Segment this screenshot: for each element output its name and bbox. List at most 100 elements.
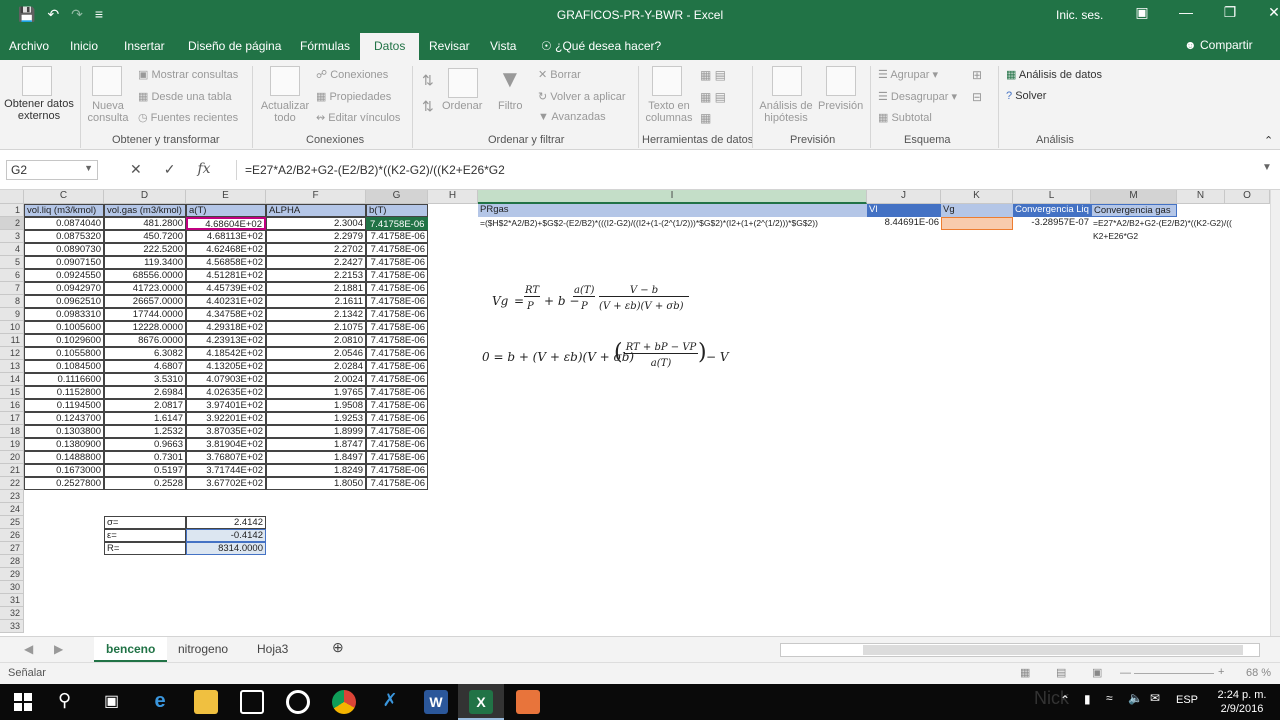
row-header[interactable]: 29 bbox=[0, 568, 24, 581]
prgas-formula-cell[interactable]: =($H$2*A2/B2)+$G$2-(E2/B2)*(((I2-G2)/((I… bbox=[478, 217, 867, 230]
conv-liq-cell[interactable]: -3.28957E-07 bbox=[1013, 217, 1091, 230]
row-header[interactable]: 27 bbox=[0, 542, 24, 555]
row-header[interactable]: 33 bbox=[0, 620, 24, 633]
table-cell[interactable]: 4.13205E+02 bbox=[186, 360, 266, 373]
table-cell[interactable]: 7.41758E-06 bbox=[366, 451, 428, 464]
normal-view-icon[interactable]: ▦ bbox=[1020, 666, 1030, 679]
table-cell[interactable]: 0.1673000 bbox=[24, 464, 104, 477]
text-to-columns-button[interactable]: Texto en columnas bbox=[642, 100, 696, 124]
tab-inicio[interactable]: Inicio bbox=[70, 39, 98, 53]
row-header[interactable]: 1 bbox=[0, 204, 24, 217]
table-cell[interactable]: 2.1611 bbox=[266, 295, 366, 308]
vg-value-cell[interactable] bbox=[941, 217, 1013, 230]
col-header-m[interactable]: M bbox=[1091, 190, 1177, 204]
ungroup-button[interactable]: ☰ Desagrupar ▾ bbox=[878, 90, 957, 103]
table-cell[interactable]: 0.1152800 bbox=[24, 386, 104, 399]
table-cell[interactable]: 8676.0000 bbox=[104, 334, 186, 347]
connections-button[interactable]: ☍ Conexiones bbox=[316, 68, 388, 81]
row-header[interactable]: 19 bbox=[0, 438, 24, 451]
row-header[interactable]: 10 bbox=[0, 321, 24, 334]
zoom-in-icon[interactable]: + bbox=[1218, 666, 1224, 678]
row-header[interactable]: 13 bbox=[0, 360, 24, 373]
sheet-tab-hoja3[interactable]: Hoja3 bbox=[257, 642, 288, 656]
table-cell[interactable]: 0.1303800 bbox=[24, 425, 104, 438]
recent-sources-button[interactable]: ◷ Fuentes recientes bbox=[138, 111, 238, 124]
row-header[interactable]: 5 bbox=[0, 256, 24, 269]
table-cell[interactable]: 3.67702E+02 bbox=[186, 477, 266, 490]
table-cell[interactable]: 2.1342 bbox=[266, 308, 366, 321]
table-cell[interactable]: 450.7200 bbox=[104, 230, 186, 243]
prev-sheet-icon[interactable]: ◀ bbox=[24, 642, 33, 656]
sheet-tab-benceno[interactable]: benceno bbox=[94, 637, 168, 663]
reapply-button[interactable]: ↻ Volver a aplicar bbox=[538, 90, 626, 103]
table-cell[interactable]: 7.41758E-06 bbox=[366, 256, 428, 269]
row-header[interactable]: 4 bbox=[0, 243, 24, 256]
row-header[interactable]: 8 bbox=[0, 295, 24, 308]
table-cell[interactable]: 0.5197 bbox=[104, 464, 186, 477]
table-cell[interactable]: 2.3004 bbox=[266, 217, 366, 230]
table-cell[interactable]: 4.02635E+02 bbox=[186, 386, 266, 399]
col-header-c[interactable]: C bbox=[24, 190, 104, 204]
col-header-n[interactable]: N bbox=[1177, 190, 1225, 204]
table-cell[interactable]: 4.68604E+02 bbox=[186, 217, 266, 230]
table-cell[interactable]: 7.41758E-06 bbox=[366, 464, 428, 477]
row-header[interactable]: 28 bbox=[0, 555, 24, 568]
page-break-icon[interactable]: ▣ bbox=[1092, 666, 1102, 679]
header-vg[interactable]: Vg bbox=[941, 204, 1013, 217]
row-header[interactable]: 11 bbox=[0, 334, 24, 347]
conv-gas-edit-cell[interactable]: =E27*A2/B2+G2-(E2/B2)*((K2-G2)/(( bbox=[1091, 217, 1261, 230]
flash-fill-icon[interactable]: ▦ ▤ bbox=[700, 68, 726, 82]
table-cell[interactable]: 7.41758E-06 bbox=[366, 321, 428, 334]
table-cell[interactable]: 0.0924550 bbox=[24, 269, 104, 282]
table-cell[interactable]: 41723.0000 bbox=[104, 282, 186, 295]
table-cell[interactable]: 4.6807 bbox=[104, 360, 186, 373]
data-validation-icon[interactable]: ▦ bbox=[700, 111, 711, 125]
table-cell[interactable]: 4.56858E+02 bbox=[186, 256, 266, 269]
row-header[interactable]: 31 bbox=[0, 594, 24, 607]
table-cell[interactable]: 12228.0000 bbox=[104, 321, 186, 334]
advanced-button[interactable]: ▼ Avanzadas bbox=[538, 111, 606, 123]
new-query-button[interactable]: Nueva consulta bbox=[84, 100, 132, 124]
vl-value-cell[interactable]: 8.44691E-06 bbox=[867, 217, 941, 230]
col-header-i[interactable]: I bbox=[478, 190, 867, 204]
col-header-k[interactable]: K bbox=[941, 190, 1013, 204]
header-a-t[interactable]: a(T) bbox=[186, 204, 266, 217]
row-header[interactable]: 18 bbox=[0, 425, 24, 438]
page-layout-icon[interactable]: ▤ bbox=[1056, 666, 1066, 679]
table-cell[interactable]: 0.0962510 bbox=[24, 295, 104, 308]
row-header[interactable]: 6 bbox=[0, 269, 24, 282]
sort-za-icon[interactable]: ⇅ bbox=[422, 98, 434, 115]
restore-icon[interactable]: ❐ bbox=[1208, 4, 1252, 21]
refresh-all-button[interactable]: Actualizar todo bbox=[258, 100, 312, 124]
vscode-icon[interactable]: ✗ bbox=[378, 690, 402, 714]
collapse-ribbon-icon[interactable]: ⌃ bbox=[1264, 134, 1273, 147]
table-cell[interactable]: 2.6984 bbox=[104, 386, 186, 399]
table-cell[interactable]: 7.41758E-06 bbox=[366, 412, 428, 425]
table-cell[interactable]: 7.41758E-06 bbox=[366, 386, 428, 399]
constant-value[interactable]: 8314.0000 bbox=[186, 542, 266, 555]
col-header-h[interactable]: H bbox=[428, 190, 478, 204]
table-cell[interactable]: 3.92201E+02 bbox=[186, 412, 266, 425]
table-cell[interactable]: 2.1881 bbox=[266, 282, 366, 295]
table-cell[interactable]: 2.0024 bbox=[266, 373, 366, 386]
col-header-f[interactable]: F bbox=[266, 190, 366, 204]
zoom-out-icon[interactable]: — bbox=[1120, 667, 1131, 679]
table-cell[interactable]: 0.2527800 bbox=[24, 477, 104, 490]
row-header[interactable]: 20 bbox=[0, 451, 24, 464]
constant-label[interactable]: R= bbox=[104, 542, 186, 555]
constant-value[interactable]: 2.4142 bbox=[186, 516, 266, 529]
expand-formula-icon[interactable]: ▼ bbox=[1262, 162, 1272, 173]
table-cell[interactable]: 6.3082 bbox=[104, 347, 186, 360]
table-cell[interactable]: 0.2528 bbox=[104, 477, 186, 490]
store-icon[interactable] bbox=[240, 690, 264, 714]
table-cell[interactable]: 7.41758E-06 bbox=[366, 373, 428, 386]
cancel-icon[interactable]: ✕ bbox=[130, 161, 142, 178]
table-cell[interactable]: 2.0817 bbox=[104, 399, 186, 412]
table-cell[interactable]: 3.76807E+02 bbox=[186, 451, 266, 464]
search-icon[interactable]: ⚲ bbox=[58, 690, 71, 711]
table-cell[interactable]: 0.0907150 bbox=[24, 256, 104, 269]
table-cell[interactable]: 0.0874040 bbox=[24, 217, 104, 230]
task-view-icon[interactable]: ▣ bbox=[104, 691, 119, 711]
tab-datos[interactable]: Datos bbox=[360, 33, 420, 60]
row-header[interactable]: 14 bbox=[0, 373, 24, 386]
